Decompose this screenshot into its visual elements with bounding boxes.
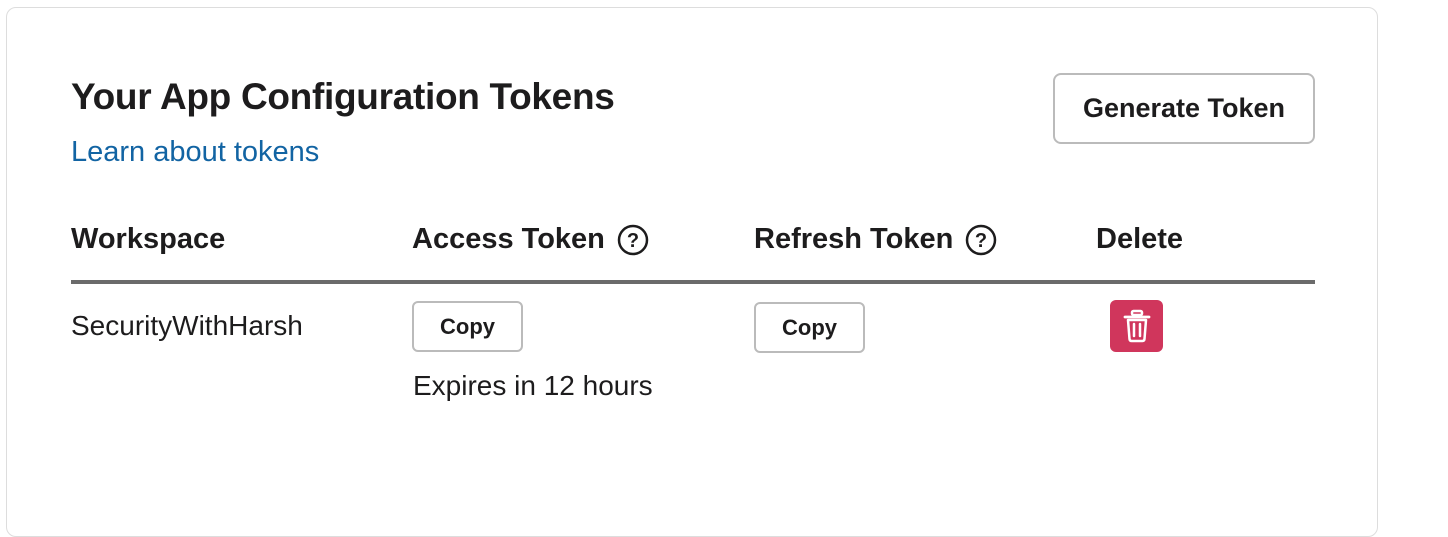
- svg-text:?: ?: [627, 230, 639, 252]
- column-header-label: Delete: [1096, 223, 1184, 255]
- copy-refresh-token-button[interactable]: Copy: [754, 302, 865, 353]
- column-header-delete: Delete: [1096, 223, 1183, 256]
- svg-text:?: ?: [975, 230, 987, 252]
- column-header-label: Workspace: [71, 223, 226, 255]
- workspace-name: SecurityWithHarsh: [71, 310, 303, 341]
- column-header-access-token: Access Token ?: [412, 223, 649, 256]
- column-header-label: Access Token: [412, 223, 605, 255]
- help-icon[interactable]: ?: [965, 224, 997, 256]
- column-header-label: Refresh Token: [754, 223, 954, 255]
- access-token-expiry: Expires in 12 hours: [413, 370, 653, 401]
- table-header-divider: [71, 280, 1315, 284]
- column-header-workspace: Workspace: [71, 223, 225, 256]
- trash-icon: [1122, 309, 1152, 343]
- tokens-panel: Your App Configuration Tokens Learn abou…: [6, 7, 1378, 537]
- copy-access-token-button[interactable]: Copy: [412, 301, 523, 352]
- delete-token-button[interactable]: [1110, 300, 1163, 352]
- column-header-refresh-token: Refresh Token ?: [754, 223, 997, 256]
- help-icon[interactable]: ?: [617, 224, 649, 256]
- generate-token-button[interactable]: Generate Token: [1053, 73, 1315, 144]
- learn-about-tokens-link[interactable]: Learn about tokens: [71, 136, 319, 169]
- page-title: Your App Configuration Tokens: [71, 76, 615, 117]
